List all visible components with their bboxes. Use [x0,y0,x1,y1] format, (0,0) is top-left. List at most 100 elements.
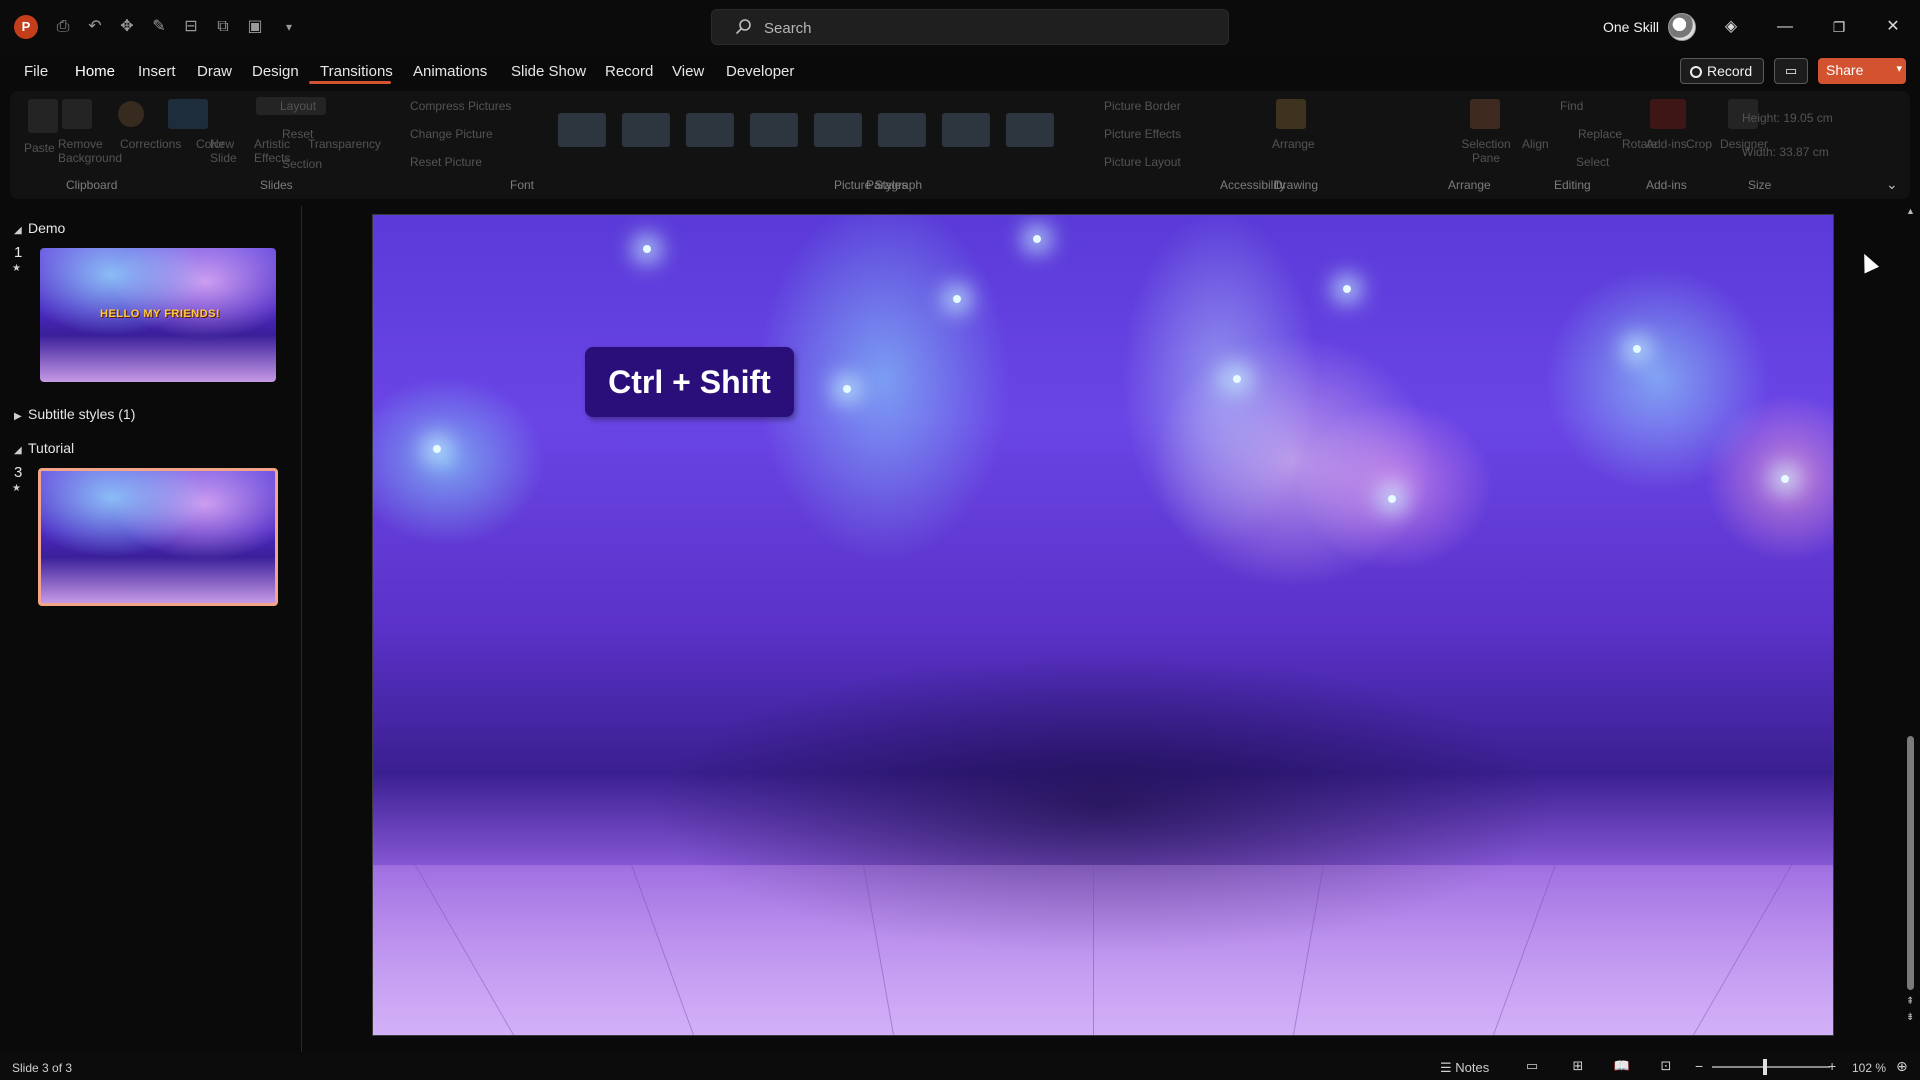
slide-number: 3 [14,464,23,481]
scrollbar-thumb[interactable] [1907,736,1914,990]
tab-developer[interactable]: Developer [726,63,794,80]
add-ins-icon[interactable] [1650,99,1686,129]
tab-animations[interactable]: Animations [413,63,487,80]
thumbnail-title: HELLO MY FRIENDS! [100,308,221,320]
zoom-in-icon[interactable]: + [1828,1058,1836,1074]
picture-style-1-icon[interactable] [558,113,606,147]
arrange-shapes-icon[interactable] [1276,99,1306,129]
paste-label: Paste [24,141,55,155]
layout-label: Layout [280,99,317,113]
ribbon-tabs: File Home Insert Draw Design Transitions… [0,54,1920,90]
tab-insert[interactable]: Insert [138,63,176,80]
picture-style-7-icon[interactable] [942,113,990,147]
tab-design[interactable]: Design [252,63,299,80]
remove-background-icon[interactable] [62,99,92,129]
picture-style-2-icon[interactable] [622,113,670,147]
slide-thumbnail-1[interactable]: HELLO MY FRIENDS! [40,248,276,382]
customize-qat-chevron-icon[interactable]: ▾ [278,16,300,38]
slide-canvas[interactable]: Ctrl + Shift [372,214,1834,1036]
record-icon [1690,66,1702,78]
collapse-triangle-icon: ◢ [14,445,22,456]
slide-thumbnail-3[interactable] [38,468,278,606]
zoom-level[interactable]: 102 % [1852,1061,1886,1075]
pen-icon[interactable]: ✎ [148,16,170,38]
picture-style-6-icon[interactable] [878,113,926,147]
scroll-up-icon[interactable]: ▲ [1906,206,1915,216]
vertical-scrollbar[interactable]: ▲ ⇞ ⇟ [1906,206,1916,1026]
arrange-icon[interactable]: ▣ [244,16,266,38]
search-input[interactable] [764,16,1204,40]
tab-slide-show[interactable]: Slide Show [511,63,586,80]
new-slide-label: New Slide [210,137,237,165]
save-icon[interactable]: ⎙ [52,16,74,38]
tab-transitions[interactable]: Transitions [320,63,393,80]
compress-pictures-label: Compress Pictures [410,99,512,113]
share-button[interactable]: Share ▾ [1818,58,1906,84]
add-ins-label: Add-ins [1646,137,1687,151]
change-picture-label: Change Picture [410,127,493,141]
move-icon[interactable]: ✥ [116,16,138,38]
spotlight [433,445,441,453]
picture-style-8-icon[interactable] [1006,113,1054,147]
ribbon-collapse-chevron-icon[interactable]: ⌄ [1886,176,1898,193]
slide-sorter-icon[interactable]: ⊞ [1568,1058,1588,1074]
tab-record[interactable]: Record [605,63,653,80]
height-field[interactable]: Height: 19.05 cm [1742,111,1833,125]
record-button[interactable]: Record [1680,58,1764,84]
minimize-icon[interactable]: — [1772,14,1798,40]
fit-to-window-icon[interactable]: ⊕ [1896,1058,1908,1075]
align-icon[interactable]: ⊟ [180,16,202,38]
corrections-icon[interactable] [118,101,144,127]
group-editing: Editing [1554,178,1591,192]
title-bar: P ⎙ ↶ ✥ ✎ ⊟ ⧉ ▣ ▾ One Skill ◈ — ❐ ✕ [0,0,1920,54]
comments-button[interactable]: ▭ [1774,58,1808,84]
restore-icon[interactable]: ❐ [1826,14,1852,40]
select-label: Select [1576,155,1610,169]
spotlight [1033,235,1041,243]
reset-picture-label: Reset Picture [410,155,483,169]
color-icon[interactable] [168,99,208,129]
user-name[interactable]: One Skill [1603,19,1659,35]
spotlight [1633,345,1641,353]
tab-file[interactable]: File [24,63,48,80]
picture-style-4-icon[interactable] [750,113,798,147]
search-box[interactable] [711,9,1229,45]
reading-view-icon[interactable]: 📖 [1612,1058,1632,1074]
notes-icon: ☰ [1440,1060,1456,1075]
picture-style-3-icon[interactable] [686,113,734,147]
group-paragraph: Paragraph [866,178,923,192]
spotlight [953,295,961,303]
zoom-slider[interactable] [1712,1066,1830,1068]
section-demo[interactable]: ◢ Demo [14,220,65,236]
notes-button[interactable]: ☰ Notes [1440,1060,1489,1076]
tab-home[interactable]: Home [75,63,115,80]
normal-view-icon[interactable]: ▭ [1522,1058,1542,1074]
arrange-label: Arrange [1272,137,1315,151]
shortcut-badge[interactable]: Ctrl + Shift [585,347,794,417]
undo-icon[interactable]: ↶ [84,16,106,38]
avatar[interactable] [1668,13,1696,41]
slideshow-view-icon[interactable]: ⊡ [1656,1058,1676,1074]
premium-diamond-icon[interactable]: ◈ [1718,14,1744,40]
close-icon[interactable]: ✕ [1880,14,1906,40]
mouse-cursor [1856,250,1880,274]
tab-view[interactable]: View [672,63,704,80]
paste-icon[interactable] [28,99,58,133]
replace-label: Replace [1578,127,1623,141]
chevron-down-icon: ▾ [1896,63,1902,75]
section-tutorial[interactable]: ◢ Tutorial [14,440,74,456]
group-icon[interactable]: ⧉ [212,16,234,38]
section-subtitle-styles[interactable]: ▶ Subtitle styles (1) [14,406,135,422]
slide-thumbnails-panel: ◢ Demo 1 ★ HELLO MY FRIENDS! ▶ Subtitle st… [0,206,302,1052]
zoom-out-icon[interactable]: − [1695,1058,1703,1074]
zoom-slider-handle[interactable] [1763,1059,1767,1075]
width-field[interactable]: Width: 33.87 cm [1742,145,1829,159]
find-label: Find [1560,99,1584,113]
slide-number: 1 [14,244,23,261]
next-slide-icon[interactable]: ⇟ [1906,1012,1914,1023]
align-label: Align [1522,137,1549,151]
previous-slide-icon[interactable]: ⇞ [1906,996,1914,1007]
picture-style-5-icon[interactable] [814,113,862,147]
tab-draw[interactable]: Draw [197,63,232,80]
selection-pane-icon[interactable] [1470,99,1500,129]
